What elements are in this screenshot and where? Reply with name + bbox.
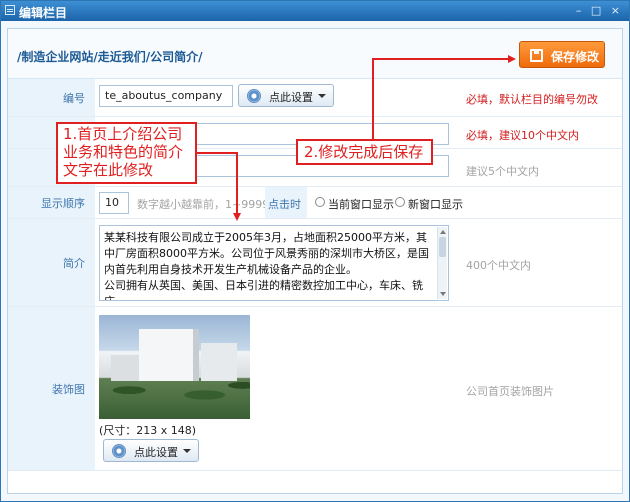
- annotation-save: 2.修改完成后保存: [296, 139, 433, 165]
- annotation-save-arrow: [508, 55, 516, 63]
- annotation-intro-line: [236, 152, 238, 214]
- decor-size-text: (尺寸：213 x 148): [99, 424, 197, 437]
- intro-textarea[interactable]: 某某科技有限公司成立于2005年3月，占地面积25000平方米，其中厂房面积80…: [99, 225, 449, 301]
- scroll-up-icon[interactable]: [440, 230, 446, 234]
- annotation-save-line: [372, 58, 509, 60]
- scroll-thumb[interactable]: [439, 237, 446, 257]
- radio-current-window-label: 当前窗口显示: [328, 198, 394, 211]
- radio-current-window[interactable]: [315, 197, 325, 207]
- intro-label: 简介: [63, 256, 85, 270]
- label-cell: 显示顺序: [8, 187, 95, 218]
- save-button-label: 保存修改: [551, 50, 600, 64]
- order-input[interactable]: 10: [99, 192, 129, 214]
- code-label: 编号: [63, 91, 85, 105]
- code-hint: 必填，默认栏目的编号勿改: [466, 93, 598, 106]
- breadcrumb[interactable]: /制造企业网站/走近我们/公司简介/: [17, 48, 203, 65]
- gear-icon: [247, 89, 261, 103]
- label-cell: 简介: [8, 219, 95, 306]
- decor-set-button[interactable]: 点此设置: [103, 439, 199, 462]
- intro-text: 某某科技有限公司成立于2005年3月，占地面积25000平方米，其中厂房面积80…: [104, 231, 429, 300]
- click-label: 点击时: [268, 198, 301, 211]
- label-cell: 装饰图: [8, 307, 95, 470]
- decor-hint: 公司首页装饰图片: [466, 385, 554, 398]
- annotation-intro-line: [197, 152, 237, 154]
- annotation-save-line: [372, 58, 374, 139]
- row-order: 显示顺序 10 数字越小越靠前，1~9999 点击时 当前窗口显示 新窗口显示: [8, 187, 622, 219]
- code-set-label: 点此设置: [269, 91, 313, 104]
- row-code: 编号 te_aboutus_company 点此设置 必填，默认栏目的编号勿改: [8, 79, 622, 117]
- order-label: 显示顺序: [41, 196, 85, 210]
- decor-label: 装饰图: [52, 382, 85, 396]
- decor-image: [99, 315, 250, 419]
- window-menu-icon[interactable]: [5, 5, 15, 15]
- chevron-down-icon: [183, 449, 191, 453]
- window-controls[interactable]: – □ ×: [576, 4, 623, 17]
- decor-set-label: 点此设置: [134, 446, 178, 459]
- chevron-down-icon: [318, 94, 326, 98]
- short-name-hint: 建议5个中文内: [466, 165, 539, 178]
- breadcrumb-bar: /制造企业网站/走近我们/公司简介/ 保存修改: [8, 29, 622, 79]
- radio-new-window[interactable]: [395, 197, 405, 207]
- save-button[interactable]: 保存修改: [519, 41, 605, 68]
- window-title: 编辑栏目: [19, 6, 68, 20]
- scroll-down-icon[interactable]: [440, 292, 446, 296]
- edit-column-window: 编辑栏目 – □ × /制造企业网站/走近我们/公司简介/ 保存修改 编号 te…: [0, 0, 630, 502]
- annotation-intro: 1.首页上介绍公司业务和特色的简介文字在此修改: [56, 122, 197, 184]
- name-hint: 必填，建议10个中文内: [466, 129, 579, 142]
- label-cell: 编号: [8, 79, 95, 116]
- click-label-cell: 点击时: [265, 187, 307, 218]
- annotation-intro-arrow: [233, 213, 241, 221]
- intro-hint: 400个中文内: [466, 259, 531, 272]
- save-disk-icon: [530, 49, 543, 62]
- intro-scrollbar[interactable]: [437, 227, 447, 299]
- radio-new-window-label: 新窗口显示: [408, 198, 463, 211]
- title-bar: 编辑栏目 – □ ×: [1, 1, 629, 21]
- code-set-button[interactable]: 点此设置: [238, 84, 334, 107]
- order-hint: 数字越小越靠前，1~9999: [137, 198, 270, 211]
- form-panel: /制造企业网站/走近我们/公司简介/ 保存修改 编号 te_aboutus_co…: [7, 28, 623, 494]
- gear-icon: [112, 444, 126, 458]
- code-input[interactable]: te_aboutus_company: [99, 85, 233, 107]
